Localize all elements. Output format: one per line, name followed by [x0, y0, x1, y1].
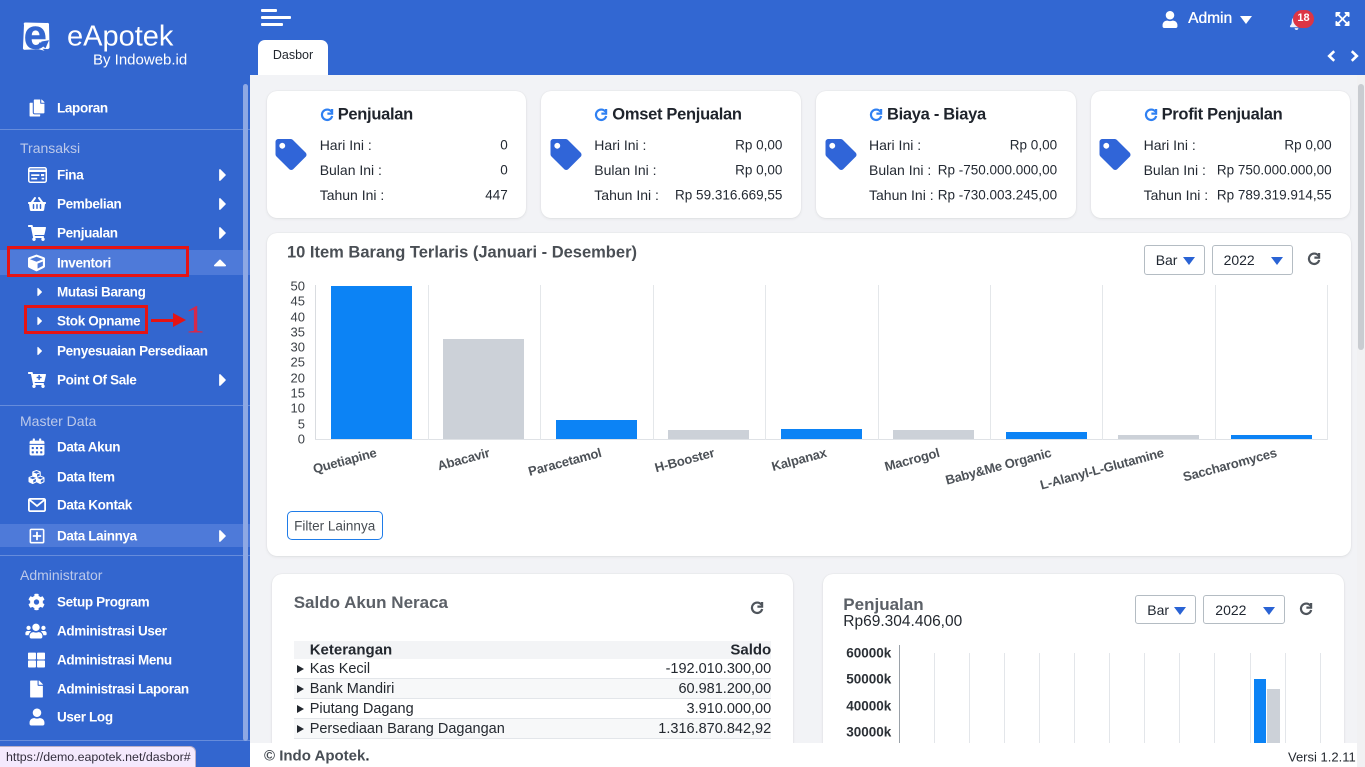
svg-text:e: e — [24, 21, 47, 52]
